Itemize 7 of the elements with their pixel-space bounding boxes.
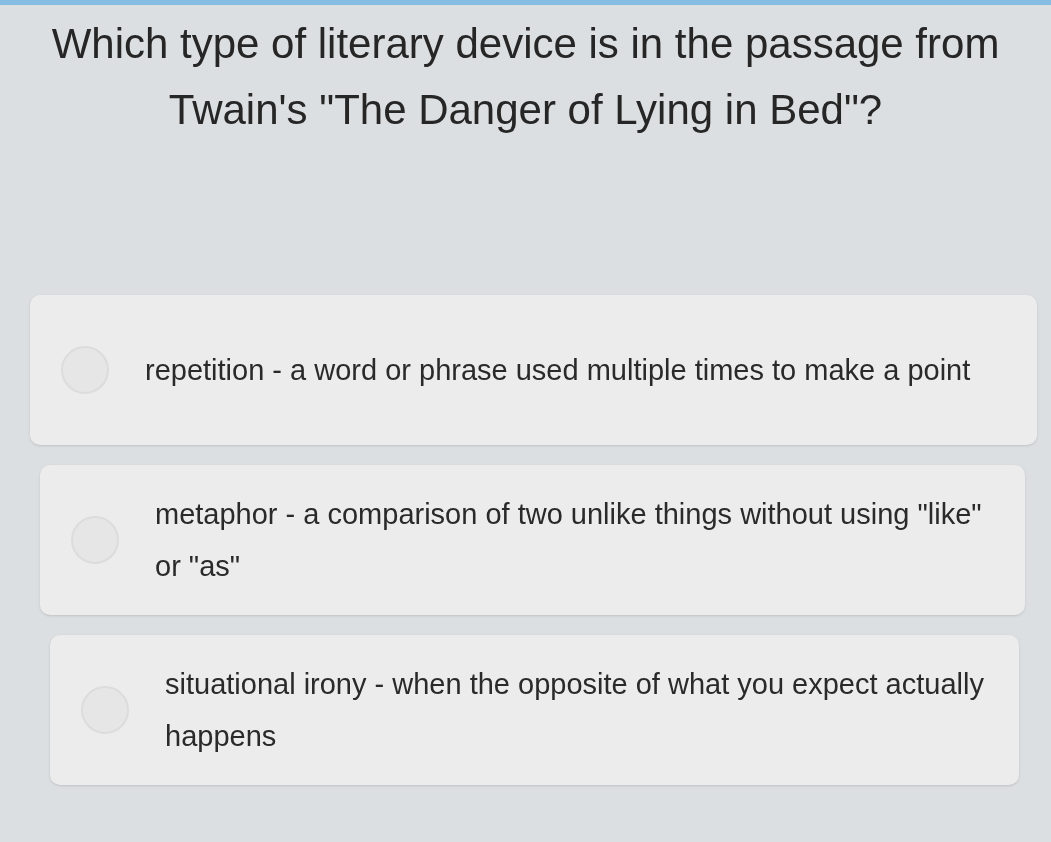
answer-card[interactable]: situational irony - when the opposite of what you expect actually happens: [50, 635, 1019, 785]
answer-card[interactable]: repetition - a word or phrase used multiple times to make a point: [30, 295, 1037, 445]
answer-card[interactable]: metaphor - a comparison of two unlike things without using "like" or "as": [40, 465, 1025, 615]
answer-text: metaphor - a comparison of two unlike things without using "like" or "as": [155, 497, 983, 584]
question-text: Which type of literary device is in the passage from Twain's "The Danger of Lying in Bed"?: [50, 19, 1001, 135]
answer-text: situational irony - when the opposite of what you expect actually happens: [165, 667, 985, 754]
answer-text: repetition - a word or phrase used multiple times to make a point: [145, 353, 971, 388]
